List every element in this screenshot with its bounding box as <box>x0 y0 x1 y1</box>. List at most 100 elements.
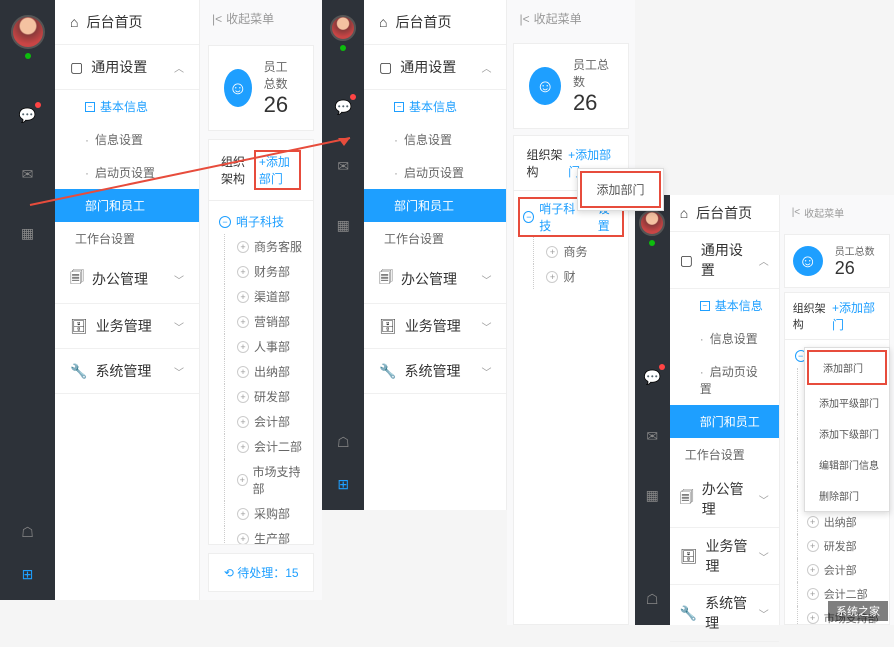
expand-icon[interactable]: + <box>807 564 819 576</box>
mail-icon[interactable]: ✉ <box>332 155 354 177</box>
chat-icon[interactable]: 💬 <box>332 96 354 118</box>
sidebar-system[interactable]: 🔧系统管理﹀ <box>670 585 779 642</box>
sidebar-general[interactable]: ▢通用设置︿ <box>364 45 506 90</box>
tree-item[interactable]: +出纳部 <box>785 510 889 534</box>
collapse-toggle-icon[interactable]: − <box>523 211 534 223</box>
tree-item[interactable]: +财 <box>518 264 623 289</box>
expand-icon[interactable]: + <box>237 508 249 520</box>
chat-icon[interactable]: 💬 <box>17 104 39 126</box>
add-dept-link[interactable]: +添加部门 <box>254 150 302 190</box>
sidebar-basic-info[interactable]: −基本信息 <box>364 90 506 123</box>
expand-icon[interactable]: + <box>546 246 558 258</box>
expand-icon[interactable]: + <box>237 341 249 353</box>
tree-item[interactable]: +商务 <box>518 237 623 264</box>
ctx-add-dept[interactable]: 添加部门 <box>580 171 660 208</box>
sidebar-biz[interactable]: 🗄业务管理﹀ <box>670 528 779 585</box>
expand-icon[interactable]: + <box>237 416 249 428</box>
tree-item[interactable]: +人事部 <box>209 334 313 359</box>
user-icon[interactable]: ☖ <box>332 431 354 453</box>
sidebar-home[interactable]: ⌂后台首页 <box>364 0 506 45</box>
add-dept-link[interactable]: +添加部门 <box>832 299 881 333</box>
apps-icon[interactable]: ⊞ <box>17 563 39 585</box>
stats-icon[interactable]: ▦ <box>332 214 354 236</box>
sidebar-dept[interactable]: 部门和员工 <box>670 405 779 438</box>
sidebar-home[interactable]: ⌂后台首页 <box>55 0 199 45</box>
sidebar-system[interactable]: 🔧系统管理﹀ <box>364 349 506 394</box>
sidebar-start[interactable]: 启动页设置 <box>55 156 199 189</box>
sidebar-general[interactable]: ▢通用设置︿ <box>55 45 199 90</box>
ctx-child[interactable]: 添加下级部门 <box>805 418 889 449</box>
sidebar-info[interactable]: 信息设置 <box>364 123 506 156</box>
sidebar-start[interactable]: 启动页设置 <box>364 156 506 189</box>
tree-item[interactable]: +研发部 <box>785 534 889 558</box>
collapse-menu[interactable]: |<收起菜单 <box>780 195 894 230</box>
expand-icon[interactable]: + <box>237 241 249 253</box>
user-icon[interactable]: ☖ <box>17 521 39 543</box>
expand-icon[interactable]: + <box>807 588 819 600</box>
expand-icon[interactable]: + <box>237 391 249 403</box>
sidebar-home[interactable]: ⌂后台首页 <box>670 195 779 232</box>
ctx-edit[interactable]: 编辑部门信息 <box>805 449 889 480</box>
sidebar-dept[interactable]: 部门和员工 <box>55 189 199 222</box>
collapse-menu[interactable]: |<收起菜单 <box>507 0 634 37</box>
sidebar-basic-info[interactable]: −基本信息 <box>670 289 779 322</box>
sidebar-office[interactable]: 🗐办公管理﹀ <box>55 255 199 304</box>
tree-item[interactable]: +出纳部 <box>209 359 313 384</box>
tree-item[interactable]: +采购部 <box>209 501 313 526</box>
tree-item[interactable]: +营销部 <box>209 309 313 334</box>
tree-item[interactable]: +生产部 <box>209 526 313 545</box>
chat-icon[interactable]: 💬 <box>641 366 663 388</box>
expand-icon[interactable]: + <box>237 533 249 545</box>
expand-icon[interactable]: + <box>807 540 819 552</box>
mail-icon[interactable]: ✉ <box>641 425 663 447</box>
pending-row[interactable]: ⟲ 待处理：15 <box>208 553 314 592</box>
chevron-icon: ﹀ <box>174 272 184 287</box>
expand-icon[interactable]: + <box>237 474 248 486</box>
sidebar-bench[interactable]: 工作台设置 <box>364 222 506 255</box>
sidebar-bench[interactable]: 工作台设置 <box>670 438 779 471</box>
tree-item[interactable]: +财务部 <box>209 259 313 284</box>
sidebar-biz[interactable]: 🗄业务管理﹀ <box>55 304 199 349</box>
tree-item[interactable]: +渠道部 <box>209 284 313 309</box>
expand-icon[interactable]: + <box>237 266 249 278</box>
collapse-menu[interactable]: |<收起菜单 <box>200 0 322 37</box>
sidebar-general[interactable]: ▢通用设置︿ <box>670 232 779 289</box>
ctx-add[interactable]: 添加部门 <box>807 350 887 385</box>
tree-item[interactable]: +会计部 <box>209 409 313 434</box>
sidebar-dept[interactable]: 部门和员工 <box>364 189 506 222</box>
tree-root[interactable]: −哨子科技 <box>209 209 313 234</box>
expand-icon[interactable]: + <box>237 366 249 378</box>
stats-icon[interactable]: ▦ <box>17 222 39 244</box>
expand-icon[interactable]: + <box>807 612 819 624</box>
expand-icon[interactable]: + <box>237 316 249 328</box>
status-online <box>649 240 655 246</box>
sidebar-biz[interactable]: 🗄业务管理﹀ <box>364 304 506 349</box>
tree-item[interactable]: +会计二部 <box>209 434 313 459</box>
sidebar-office[interactable]: 🗐办公管理﹀ <box>364 255 506 304</box>
ctx-peer[interactable]: 添加平级部门 <box>805 387 889 418</box>
stats-icon[interactable]: ▦ <box>641 484 663 506</box>
tree-item[interactable]: +研发部 <box>209 384 313 409</box>
avatar[interactable] <box>330 15 356 41</box>
sidebar-info[interactable]: 信息设置 <box>670 322 779 355</box>
ctx-del[interactable]: 删除部门 <box>805 480 889 511</box>
tree-item[interactable]: +市场支持部 <box>209 459 313 501</box>
sidebar-office[interactable]: 🗐办公管理﹀ <box>670 471 779 528</box>
avatar[interactable] <box>639 210 665 236</box>
collapse-toggle-icon[interactable]: − <box>219 216 231 228</box>
expand-icon[interactable]: + <box>807 516 819 528</box>
tree-item[interactable]: +商务客服 <box>209 234 313 259</box>
expand-icon[interactable]: + <box>237 291 249 303</box>
expand-icon[interactable]: + <box>546 271 558 283</box>
tree-item[interactable]: +会计部 <box>785 558 889 582</box>
apps-icon[interactable]: ⊞ <box>332 473 354 495</box>
user-icon[interactable]: ☖ <box>641 588 663 610</box>
sidebar-info[interactable]: 信息设置 <box>55 123 199 156</box>
sidebar-system[interactable]: 🔧系统管理﹀ <box>55 349 199 394</box>
sidebar-bench[interactable]: 工作台设置 <box>55 222 199 255</box>
mail-icon[interactable]: ✉ <box>17 163 39 185</box>
avatar[interactable] <box>11 15 45 49</box>
sidebar-basic-info[interactable]: −基本信息 <box>55 90 199 123</box>
sidebar-start[interactable]: 启动页设置 <box>670 355 779 405</box>
expand-icon[interactable]: + <box>237 441 249 453</box>
